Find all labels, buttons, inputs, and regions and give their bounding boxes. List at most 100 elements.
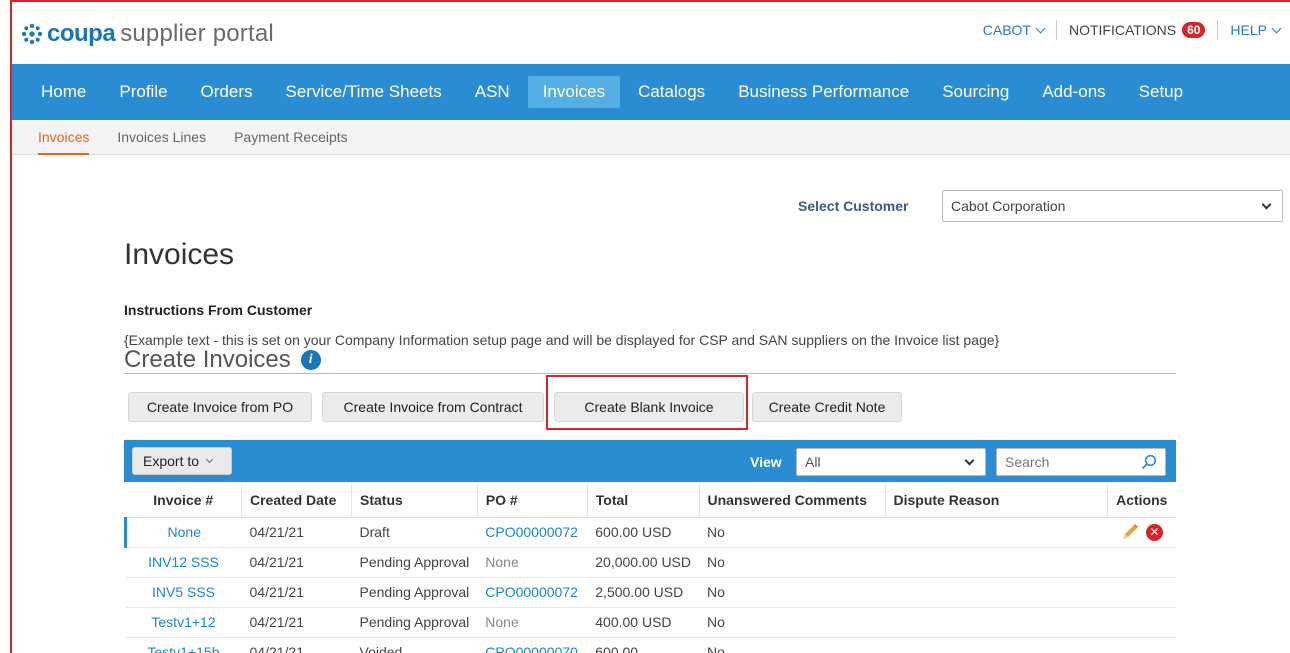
nav-service-time-sheets[interactable]: Service/Time Sheets bbox=[271, 76, 457, 108]
delete-icon[interactable]: ✕ bbox=[1146, 523, 1163, 541]
search-input[interactable]: Search bbox=[996, 448, 1166, 476]
view-select[interactable]: All bbox=[796, 448, 986, 476]
view-label: View bbox=[750, 454, 782, 470]
col-po-number[interactable]: PO # bbox=[477, 484, 588, 518]
help-menu[interactable]: HELP bbox=[1230, 22, 1282, 38]
col-status[interactable]: Status bbox=[351, 484, 478, 518]
invoice-number-link[interactable]: Testv1+15b bbox=[125, 637, 242, 653]
status: Draft bbox=[351, 517, 478, 548]
nav-business-performance[interactable]: Business Performance bbox=[723, 76, 924, 108]
dispute-reason bbox=[885, 577, 1107, 608]
create-credit-note-button[interactable]: Create Credit Note bbox=[752, 392, 902, 422]
total: 400.00 USD bbox=[587, 607, 699, 638]
table-toolbar: Export to View All Search bbox=[124, 440, 1176, 482]
chevron-down-icon bbox=[1271, 23, 1282, 33]
chevron-down-icon bbox=[1261, 199, 1272, 210]
coupa-logo-icon bbox=[21, 23, 43, 45]
notifications-label: NOTIFICATIONS bbox=[1068, 22, 1177, 38]
customer-select-value: Cabot Corporation bbox=[951, 198, 1066, 214]
nav-profile[interactable]: Profile bbox=[104, 76, 182, 108]
customer-select[interactable]: Cabot Corporation bbox=[942, 190, 1283, 222]
create-invoices-heading: Create Invoices i bbox=[124, 346, 321, 374]
divider bbox=[124, 373, 1176, 374]
po-number-link[interactable]: CPO00000070 bbox=[477, 637, 588, 653]
total: 20,000.00 USD bbox=[587, 547, 699, 578]
export-to-label: Export to bbox=[143, 453, 200, 469]
search-placeholder: Search bbox=[1005, 454, 1050, 470]
top-links: CABOT NOTIFICATIONS 60 HELP bbox=[983, 20, 1282, 40]
table-row: INV5 SSS 04/21/21 Pending Approval CPO00… bbox=[125, 577, 1176, 608]
divider bbox=[1217, 20, 1219, 40]
col-created-date[interactable]: Created Date bbox=[241, 484, 352, 518]
export-to-button[interactable]: Export to bbox=[132, 447, 232, 475]
dispute-reason bbox=[885, 547, 1107, 578]
col-invoice-number[interactable]: Invoice # bbox=[125, 484, 242, 518]
main-nav: Home Profile Orders Service/Time Sheets … bbox=[12, 64, 1290, 128]
table-row: None 04/21/21 Draft CPO00000072 600.00 U… bbox=[124, 517, 1176, 548]
total: 2,500.00 USD bbox=[587, 577, 699, 608]
tab-invoices[interactable]: Invoices bbox=[38, 120, 90, 155]
nav-orders[interactable]: Orders bbox=[186, 76, 268, 108]
row-actions bbox=[1107, 577, 1176, 608]
nav-home[interactable]: Home bbox=[26, 76, 101, 108]
nav-add-ons[interactable]: Add-ons bbox=[1027, 76, 1120, 108]
info-icon[interactable]: i bbox=[300, 350, 321, 370]
chevron-down-icon bbox=[1035, 23, 1046, 33]
col-dispute-reason[interactable]: Dispute Reason bbox=[885, 484, 1108, 518]
notifications-link[interactable]: NOTIFICATIONS 60 bbox=[1068, 22, 1206, 38]
table-header-row: Invoice # Created Date Status PO # Total… bbox=[125, 484, 1176, 518]
pencil-icon[interactable] bbox=[1120, 522, 1140, 542]
divider bbox=[1055, 20, 1057, 40]
invoice-number-link[interactable]: INV5 SSS bbox=[125, 577, 242, 608]
invoice-number-link[interactable]: INV12 SSS bbox=[125, 547, 242, 578]
created-date: 04/21/21 bbox=[241, 577, 352, 608]
invoice-number-link[interactable]: None bbox=[124, 517, 242, 548]
nav-sourcing[interactable]: Sourcing bbox=[927, 76, 1024, 108]
tab-invoices-lines[interactable]: Invoices Lines bbox=[117, 120, 206, 155]
status: Pending Approval bbox=[351, 577, 478, 608]
account-menu[interactable]: CABOT bbox=[983, 22, 1046, 38]
created-date: 04/21/21 bbox=[241, 607, 352, 638]
highlight-box bbox=[546, 375, 748, 430]
notifications-count-badge: 60 bbox=[1182, 22, 1206, 38]
chevron-down-icon bbox=[964, 455, 975, 466]
row-actions bbox=[1107, 637, 1176, 653]
created-date: 04/21/21 bbox=[241, 637, 352, 653]
col-total[interactable]: Total bbox=[587, 484, 700, 518]
po-number: None bbox=[477, 547, 588, 578]
table-row: Testv1+12 04/21/21 Pending Approval None… bbox=[125, 607, 1176, 638]
po-number-link[interactable]: CPO00000072 bbox=[477, 517, 588, 548]
app-frame: coupa supplier portal CABOT NOTIFICATION… bbox=[10, 0, 1290, 653]
col-unanswered-comments[interactable]: Unanswered Comments bbox=[699, 484, 886, 518]
unanswered-comments: No bbox=[699, 637, 885, 653]
row-actions bbox=[1107, 607, 1176, 638]
create-invoice-from-po-button[interactable]: Create Invoice from PO bbox=[128, 392, 312, 422]
top-header: coupa supplier portal CABOT NOTIFICATION… bbox=[12, 2, 1290, 64]
row-actions bbox=[1107, 547, 1176, 578]
dispute-reason bbox=[885, 607, 1107, 638]
page-title: Invoices bbox=[124, 238, 235, 271]
create-invoices-title: Create Invoices bbox=[124, 346, 291, 373]
create-invoice-from-contract-button[interactable]: Create Invoice from Contract bbox=[322, 392, 544, 422]
nav-catalogs[interactable]: Catalogs bbox=[623, 76, 720, 108]
coupa-logo[interactable]: coupa supplier portal bbox=[20, 20, 274, 48]
total: 600.00 bbox=[587, 637, 699, 653]
nav-asn[interactable]: ASN bbox=[460, 76, 525, 108]
invoice-number-link[interactable]: Testv1+12 bbox=[125, 607, 242, 638]
select-customer-label: Select Customer bbox=[798, 198, 909, 214]
unanswered-comments: No bbox=[699, 547, 885, 578]
instructions-title: Instructions From Customer bbox=[124, 302, 313, 318]
search-icon[interactable] bbox=[1141, 454, 1157, 470]
invoices-table: Invoice # Created Date Status PO # Total… bbox=[124, 484, 1176, 653]
status: Pending Approval bbox=[351, 607, 478, 638]
table-row: Testv1+15b 04/21/21 Voided CPO00000070 6… bbox=[125, 637, 1176, 653]
row-actions: ✕ bbox=[1107, 517, 1176, 548]
po-number: None bbox=[477, 607, 588, 638]
status: Pending Approval bbox=[351, 547, 478, 578]
nav-setup[interactable]: Setup bbox=[1124, 76, 1198, 108]
tab-payment-receipts[interactable]: Payment Receipts bbox=[234, 120, 348, 155]
table-row: INV12 SSS 04/21/21 Pending Approval None… bbox=[125, 547, 1176, 578]
po-number-link[interactable]: CPO00000072 bbox=[477, 577, 588, 608]
nav-invoices[interactable]: Invoices bbox=[527, 76, 621, 128]
dispute-reason bbox=[885, 637, 1107, 653]
